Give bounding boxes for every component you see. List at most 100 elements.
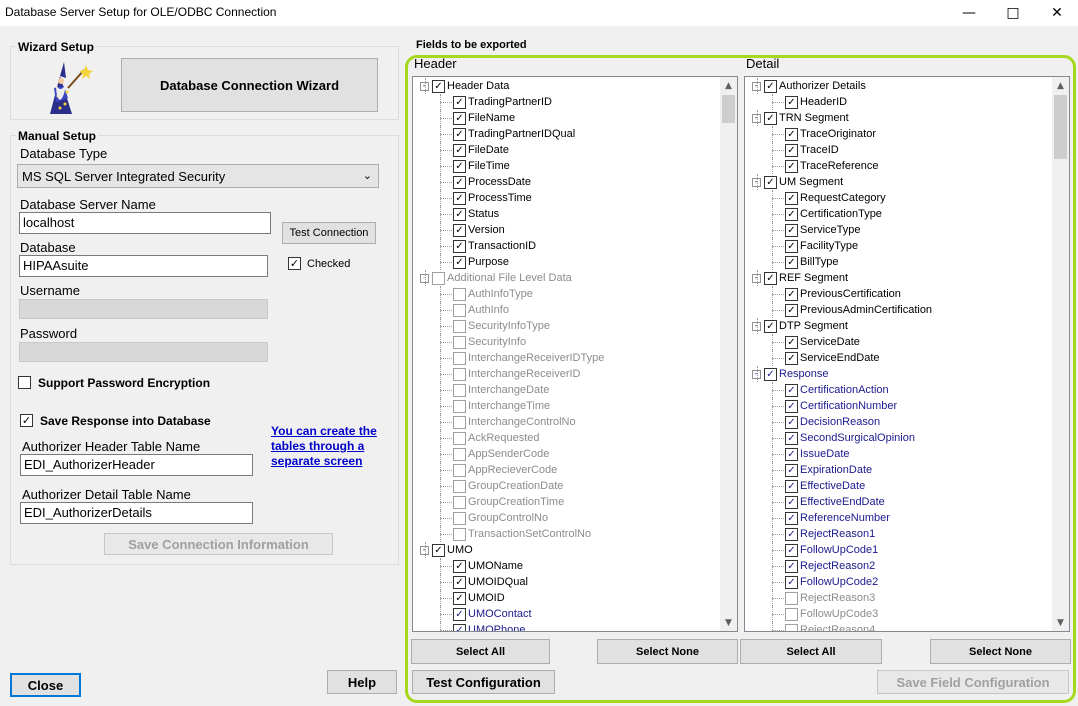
tree-node-checkbox[interactable]: ✓ — [453, 207, 466, 221]
tree-node-checkbox[interactable] — [785, 607, 798, 621]
header-tree-scroll-thumb[interactable] — [722, 95, 735, 123]
tree-node-checkbox[interactable]: ✓ — [764, 79, 777, 93]
tree-node-checkbox[interactable]: ✓ — [785, 399, 798, 413]
detail-tree-scrollbar[interactable]: ▲ ▼ — [1052, 77, 1069, 631]
close-icon[interactable]: ✕ — [1034, 0, 1078, 26]
tree-field-node[interactable]: InterchangeReceiverIDType — [453, 350, 604, 366]
tree-node-checkbox[interactable]: ✓ — [785, 255, 798, 269]
tree-field-node[interactable]: ✓ UMOPhone — [453, 622, 525, 631]
tree-field-node[interactable]: ✓ BillType — [785, 254, 839, 270]
tree-node-checkbox[interactable] — [453, 335, 466, 349]
test-configuration-button[interactable]: Test Configuration — [412, 670, 555, 694]
tree-node-checkbox[interactable] — [453, 415, 466, 429]
tree-node-checkbox[interactable]: ✓ — [785, 559, 798, 573]
tree-field-node[interactable]: ✓ FileTime — [453, 158, 510, 174]
tree-node-checkbox[interactable]: ✓ — [785, 287, 798, 301]
detail-table-input[interactable]: EDI_AuthorizerDetails — [20, 502, 253, 524]
tree-node-checkbox[interactable]: ✓ — [453, 575, 466, 589]
tree-node-checkbox[interactable]: ✓ — [785, 543, 798, 557]
tree-field-node[interactable]: ✓ ProcessTime — [453, 190, 532, 206]
tree-node-checkbox[interactable]: ✓ — [764, 175, 777, 189]
tree-field-node[interactable]: ✓ IssueDate — [785, 446, 850, 462]
tree-field-node[interactable]: ✓ EffectiveEndDate — [785, 494, 885, 510]
save-field-configuration-button[interactable]: Save Field Configuration — [877, 670, 1069, 694]
tree-field-node[interactable]: ✓ Version — [453, 222, 505, 238]
password-input[interactable] — [19, 342, 268, 362]
tree-node-checkbox[interactable]: ✓ — [785, 495, 798, 509]
tree-field-node[interactable]: FollowUpCode3 — [785, 606, 878, 622]
tree-field-node[interactable]: RejectReason4 — [785, 622, 875, 631]
tree-field-node[interactable]: AuthInfo — [453, 302, 509, 318]
tree-node-checkbox[interactable]: ✓ — [453, 191, 466, 205]
tree-node-checkbox[interactable]: ✓ — [785, 143, 798, 157]
help-button[interactable]: Help — [327, 670, 397, 694]
tree-node-checkbox[interactable]: ✓ — [785, 335, 798, 349]
tree-field-node[interactable]: ✓ DecisionReason — [785, 414, 880, 430]
tree-field-node[interactable]: ✓ CertificationAction — [785, 382, 889, 398]
scroll-down-icon[interactable]: ▼ — [720, 614, 737, 631]
tree-group-node[interactable]: - ✓ DTP Segment — [752, 318, 848, 334]
tree-field-node[interactable]: ✓ EffectiveDate — [785, 478, 865, 494]
tree-node-checkbox[interactable]: ✓ — [764, 367, 777, 381]
close-button[interactable]: Close — [10, 673, 81, 697]
tree-field-node[interactable]: GroupControlNo — [453, 510, 548, 526]
tree-node-checkbox[interactable]: ✓ — [453, 223, 466, 237]
save-connection-button[interactable]: Save Connection Information — [104, 533, 333, 555]
tree-field-node[interactable]: ✓ CertificationType — [785, 206, 882, 222]
encryption-checkbox[interactable] — [18, 376, 31, 389]
tree-field-node[interactable]: ✓ ServiceType — [785, 222, 861, 238]
tree-field-node[interactable]: ✓ TraceID — [785, 142, 839, 158]
tree-node-checkbox[interactable] — [785, 591, 798, 605]
detail-field-tree[interactable]: - ✓ Authorizer Details ✓ HeaderID - ✓ TRN Segme… — [744, 76, 1070, 632]
tree-field-node[interactable]: ✓ HeaderID — [785, 94, 847, 110]
tree-field-node[interactable]: ✓ TransactionID — [453, 238, 536, 254]
tree-node-checkbox[interactable]: ✓ — [453, 559, 466, 573]
create-tables-link[interactable]: You can create the tables through a sepa… — [271, 424, 377, 469]
tree-node-checkbox[interactable]: ✓ — [453, 175, 466, 189]
tree-field-node[interactable]: GroupCreationTime — [453, 494, 564, 510]
maximize-icon[interactable]: □ — [990, 0, 1036, 26]
tree-field-node[interactable]: SecurityInfo — [453, 334, 526, 350]
tree-field-node[interactable]: ✓ Purpose — [453, 254, 509, 270]
test-connection-button[interactable]: Test Connection — [282, 222, 376, 244]
tree-node-checkbox[interactable]: ✓ — [453, 623, 466, 631]
tree-field-node[interactable]: AppRecieverCode — [453, 462, 557, 478]
tree-field-node[interactable]: ✓ ProcessDate — [453, 174, 531, 190]
tree-node-checkbox[interactable]: ✓ — [785, 511, 798, 525]
database-input[interactable]: HIPAAsuite — [19, 255, 268, 277]
tree-field-node[interactable]: ✓ FacilityType — [785, 238, 858, 254]
tree-field-node[interactable]: ✓ UMOID — [453, 590, 505, 606]
scroll-down-icon[interactable]: ▼ — [1052, 614, 1069, 631]
tree-node-checkbox[interactable] — [453, 495, 466, 509]
tree-node-checkbox[interactable]: ✓ — [785, 463, 798, 477]
tree-field-node[interactable]: ✓ CertificationNumber — [785, 398, 897, 414]
tree-field-node[interactable]: AppSenderCode — [453, 446, 549, 462]
tree-field-node[interactable]: ✓ UMOContact — [453, 606, 532, 622]
tree-node-checkbox[interactable]: ✓ — [785, 95, 798, 109]
tree-node-checkbox[interactable]: ✓ — [785, 159, 798, 173]
tree-field-node[interactable]: InterchangeTime — [453, 398, 550, 414]
tree-node-checkbox[interactable]: ✓ — [785, 415, 798, 429]
tree-field-node[interactable]: ✓ PreviousAdminCertification — [785, 302, 932, 318]
tree-field-node[interactable]: ✓ TradingPartnerID — [453, 94, 552, 110]
tree-node-checkbox[interactable]: ✓ — [453, 591, 466, 605]
tree-field-node[interactable]: SecurityInfoType — [453, 318, 550, 334]
tree-node-checkbox[interactable]: ✓ — [453, 255, 466, 269]
tree-node-checkbox[interactable] — [453, 463, 466, 477]
tree-field-node[interactable]: ✓ ExpirationDate — [785, 462, 872, 478]
checked-checkbox[interactable]: ✓ — [288, 257, 301, 270]
tree-node-checkbox[interactable] — [453, 527, 466, 541]
tree-node-checkbox[interactable]: ✓ — [785, 351, 798, 365]
tree-field-node[interactable]: ✓ TraceOriginator — [785, 126, 876, 142]
header-field-tree[interactable]: - ✓ Header Data ✓ TradingPartnerID ✓ FileName ✓… — [412, 76, 738, 632]
tree-field-node[interactable]: ✓ RequestCategory — [785, 190, 886, 206]
tree-node-checkbox[interactable]: ✓ — [785, 239, 798, 253]
save-response-checkbox[interactable]: ✓ — [20, 414, 33, 427]
tree-node-checkbox[interactable] — [453, 303, 466, 317]
tree-field-node[interactable]: GroupCreationDate — [453, 478, 563, 494]
tree-node-checkbox[interactable]: ✓ — [785, 383, 798, 397]
tree-node-checkbox[interactable]: ✓ — [785, 479, 798, 493]
tree-field-node[interactable]: InterchangeDate — [453, 382, 549, 398]
tree-group-node[interactable]: - ✓ UMO — [420, 542, 473, 558]
tree-node-checkbox[interactable]: ✓ — [453, 239, 466, 253]
